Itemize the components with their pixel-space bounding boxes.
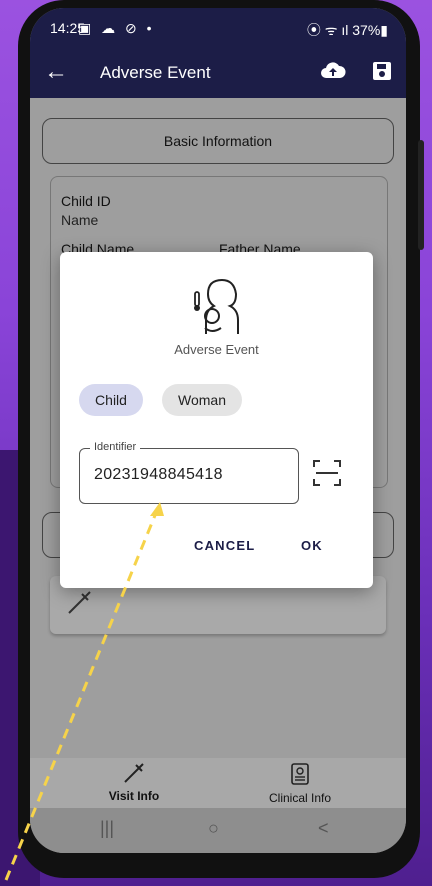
bottom-nav: Visit Info Clinical Info — [30, 758, 406, 808]
identifier-label: Identifier — [90, 441, 141, 453]
nav-visit-info[interactable]: Visit Info — [74, 762, 194, 803]
identifier-field[interactable]: Identifier 20231948845418 — [79, 441, 299, 504]
phone-screen: 14:25 ▣ ☁ ⊘ • ⦿ ᯤ ıl 37%▮ ← Adverse Even… — [30, 8, 406, 853]
page-title: Adverse Event — [100, 63, 211, 82]
cloud-upload-icon[interactable] — [320, 60, 346, 87]
status-bar: 14:25 ▣ ☁ ⊘ • ⦿ ᯤ ıl 37%▮ — [30, 8, 406, 48]
status-right-icons: ⦿ ᯤ ıl 37%▮ — [306, 22, 388, 38]
nav-visit-info-label: Visit Info — [108, 789, 160, 803]
cancel-button[interactable]: CANCEL — [194, 538, 255, 553]
status-left-icons: ▣ ☁ ⊘ • — [78, 20, 155, 36]
identifier-value: 20231948845418 — [94, 466, 223, 483]
chip-woman[interactable]: Woman — [162, 384, 242, 416]
basic-information-button[interactable]: Basic Information — [42, 118, 394, 164]
adverse-event-dialog: Adverse Event Child Woman Identifier 202… — [60, 252, 373, 588]
syringe-icon — [124, 763, 144, 783]
save-icon[interactable] — [372, 61, 392, 86]
system-nav-bar: ||| ○ < — [30, 808, 406, 853]
chip-child[interactable]: Child — [79, 384, 143, 416]
syringe-icon — [66, 590, 92, 621]
child-id-label: Child ID — [61, 193, 111, 209]
ok-button[interactable]: OK — [301, 538, 323, 553]
side-button — [418, 140, 424, 250]
scan-icon[interactable] — [312, 458, 342, 493]
home-button[interactable]: ○ — [208, 818, 219, 839]
nav-clinical-info-label: Clinical Info — [268, 791, 332, 805]
mother-child-icon — [192, 276, 242, 343]
recents-button[interactable]: ||| — [100, 818, 114, 839]
nav-clinical-info[interactable]: Clinical Info — [240, 762, 360, 805]
back-button[interactable]: < — [318, 818, 329, 839]
app-bar: ← Adverse Event — [30, 48, 406, 98]
clinical-document-icon — [291, 763, 309, 785]
back-arrow-icon[interactable]: ← — [44, 58, 68, 86]
dialog-title: Adverse Event — [174, 342, 259, 357]
child-id-value: Name — [61, 212, 99, 228]
